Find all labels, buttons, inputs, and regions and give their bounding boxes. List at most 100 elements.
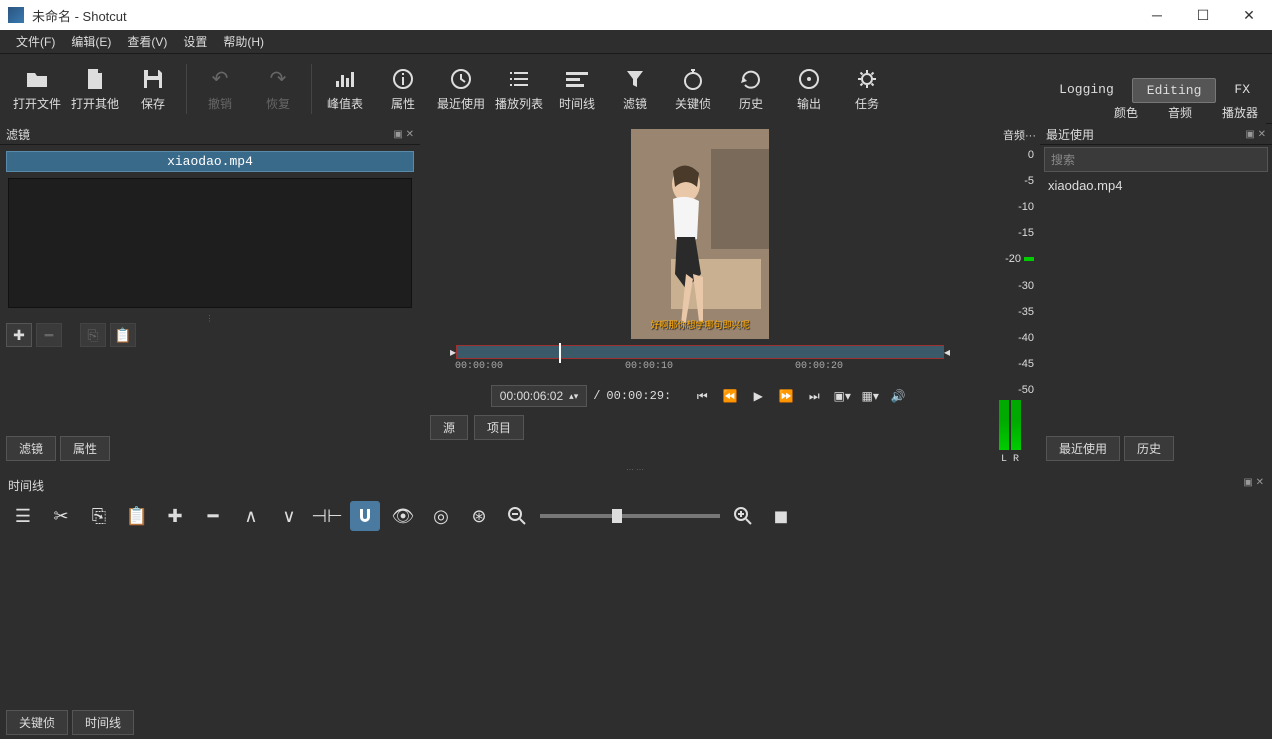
open-other-button[interactable]: 打开其他 [66, 59, 124, 119]
editing-mode[interactable]: Editing [1132, 78, 1217, 103]
playhead[interactable] [559, 343, 561, 363]
recent-button[interactable]: 最近使用 [432, 59, 490, 119]
play-button[interactable]: ▶ [747, 385, 769, 407]
copy-filter-button[interactable]: ⎘ [80, 323, 106, 347]
timeline-section: ⋯⋯ 时间线 ▣ ✕ ☰ ✂ ⎘ 📋 ✚ ━ ∧ ∨ ⊣⊢ 👁 ◎ ⊛ ◼ 关键… [0, 465, 1272, 739]
close-button[interactable]: ✕ [1226, 0, 1272, 30]
subtitle-text: 好啊那你想学哪句即兴呢 [631, 318, 769, 331]
main-area: 滤镜 ▣ ✕ xiaodao.mp4 ⋮ ✚ ━ ⎘ 📋 滤镜 属性 [0, 125, 1272, 465]
preview-area: 好啊那你想学哪句即兴呢 [420, 125, 980, 339]
ripple-button[interactable]: ◎ [426, 501, 456, 531]
audio-channels-label: L R [980, 454, 1040, 465]
tab-project[interactable]: 项目 [474, 415, 524, 440]
skip-end-button[interactable]: ⏭ [803, 385, 825, 407]
out-marker-icon[interactable]: ◂ [944, 345, 950, 359]
scrub-track[interactable] [456, 345, 944, 359]
maximize-button[interactable]: ☐ [1180, 0, 1226, 30]
zoom-in-button[interactable] [728, 501, 758, 531]
open-file-button[interactable]: 打开文件 [8, 59, 66, 119]
tab-history[interactable]: 历史 [1124, 436, 1174, 461]
save-icon [140, 66, 166, 92]
menu-view[interactable]: 查看(V) [119, 30, 175, 53]
keyframes-button[interactable]: 关键侦 [664, 59, 722, 119]
append-button[interactable]: ✚ [160, 501, 190, 531]
overwrite-button[interactable]: ∨ [274, 501, 304, 531]
menu-file[interactable]: 文件(F) [8, 30, 63, 53]
zoom-out-button[interactable] [502, 501, 532, 531]
history-button[interactable]: 历史 [722, 59, 780, 119]
panel-controls-icon[interactable]: ▣ ✕ [1245, 129, 1266, 140]
logging-mode[interactable]: Logging [1045, 78, 1128, 101]
filters-panel: 滤镜 ▣ ✕ xiaodao.mp4 ⋮ ✚ ━ ⎘ 📋 滤镜 属性 [0, 125, 420, 465]
tab-keyframes[interactable]: 关键侦 [6, 710, 68, 735]
tab-filters[interactable]: 滤镜 [6, 436, 56, 461]
menu-edit[interactable]: 编辑(E) [63, 30, 119, 53]
recent-file-item[interactable]: xiaodao.mp4 [1040, 174, 1272, 197]
audio-scale-val: -40 [1018, 332, 1034, 344]
paste-filter-button[interactable]: 📋 [110, 323, 136, 347]
fast-forward-button[interactable]: ⏩ [775, 385, 797, 407]
split-button[interactable]: ⊣⊢ [312, 501, 342, 531]
grid-button[interactable]: ▦▾ [859, 385, 881, 407]
ripple-all-button[interactable]: ⊛ [464, 501, 494, 531]
redo-button[interactable]: ↷ 恢复 [249, 59, 307, 119]
search-input[interactable]: 搜索 [1044, 147, 1268, 172]
funnel-icon [622, 66, 648, 92]
undo-icon: ↶ [207, 66, 233, 92]
tab-properties[interactable]: 属性 [60, 436, 110, 461]
panel-controls-icon[interactable]: ▣ ✕ [1243, 477, 1264, 494]
ruler-mark: 00:00:00 [455, 361, 503, 372]
add-filter-button[interactable]: ✚ [6, 323, 32, 347]
snap-button[interactable] [350, 501, 380, 531]
zoom-fit-button[interactable]: ◼ [766, 501, 796, 531]
zoom-fit-button[interactable]: ▣▾ [831, 385, 853, 407]
cut-button[interactable]: ✂ [46, 501, 76, 531]
video-preview[interactable]: 好啊那你想学哪句即兴呢 [631, 129, 769, 339]
fx-mode[interactable]: FX [1220, 78, 1264, 101]
tab-recent[interactable]: 最近使用 [1046, 436, 1120, 461]
save-button[interactable]: 保存 [124, 59, 182, 119]
audio-label[interactable]: 音频 [1168, 104, 1192, 121]
copy-button[interactable]: ⎘ [84, 501, 114, 531]
resize-grip[interactable]: ⋮ [0, 314, 420, 323]
tab-timeline[interactable]: 时间线 [72, 710, 134, 735]
lift-button[interactable]: ∧ [236, 501, 266, 531]
audio-scale: 0 -5 -10 -15 -20 -30 -35 -40 -45 -50 [980, 145, 1040, 400]
scrub-audio-button[interactable]: 👁 [388, 501, 418, 531]
minimize-button[interactable]: ─ [1134, 0, 1180, 30]
rewind-button[interactable]: ⏪ [719, 385, 741, 407]
peak-meter-button[interactable]: 峰值表 [316, 59, 374, 119]
undo-button[interactable]: ↶ 撤销 [191, 59, 249, 119]
playlist-button[interactable]: 播放列表 [490, 59, 548, 119]
export-button[interactable]: 输出 [780, 59, 838, 119]
filter-list[interactable] [8, 178, 412, 308]
current-clip-badge[interactable]: xiaodao.mp4 [6, 151, 414, 172]
current-timecode[interactable]: 00:00:06:02 ▴▾ [491, 385, 587, 407]
zoom-slider[interactable] [540, 514, 720, 518]
timeline-button[interactable]: 时间线 [548, 59, 606, 119]
player-label[interactable]: 播放器 [1222, 104, 1258, 121]
remove-button[interactable]: ━ [198, 501, 228, 531]
menu-help[interactable]: 帮助(H) [215, 30, 272, 53]
recent-title: 最近使用 [1046, 126, 1094, 143]
volume-button[interactable]: 🔊 [887, 385, 909, 407]
spinner-icon[interactable]: ▴▾ [569, 391, 578, 402]
panel-controls-icon[interactable]: ▣ ✕ [393, 129, 414, 140]
properties-button[interactable]: 属性 [374, 59, 432, 119]
menu-button[interactable]: ☰ [8, 501, 38, 531]
time-ruler[interactable]: 00:00:00 00:00:10 00:00:20 [450, 361, 950, 379]
paste-button[interactable]: 📋 [122, 501, 152, 531]
filters-button[interactable]: 滤镜 [606, 59, 664, 119]
zoom-slider-knob[interactable] [612, 509, 622, 523]
drag-handle[interactable]: ⋯⋯ [0, 465, 1272, 475]
skip-start-button[interactable]: ⏮ [691, 385, 713, 407]
scrubber[interactable]: ▸ ◂ 00:00:00 00:00:10 00:00:20 [450, 345, 950, 379]
timeline-tracks[interactable] [0, 536, 1272, 706]
menu-settings[interactable]: 设置 [175, 30, 215, 53]
remove-filter-button[interactable]: ━ [36, 323, 62, 347]
audio-level-bars [980, 400, 1040, 454]
color-label[interactable]: 颜色 [1114, 104, 1138, 121]
tab-source[interactable]: 源 [430, 415, 468, 440]
jobs-button[interactable]: 任务 [838, 59, 896, 119]
timeline-toolbar: ☰ ✂ ⎘ 📋 ✚ ━ ∧ ∨ ⊣⊢ 👁 ◎ ⊛ ◼ [0, 496, 1272, 536]
